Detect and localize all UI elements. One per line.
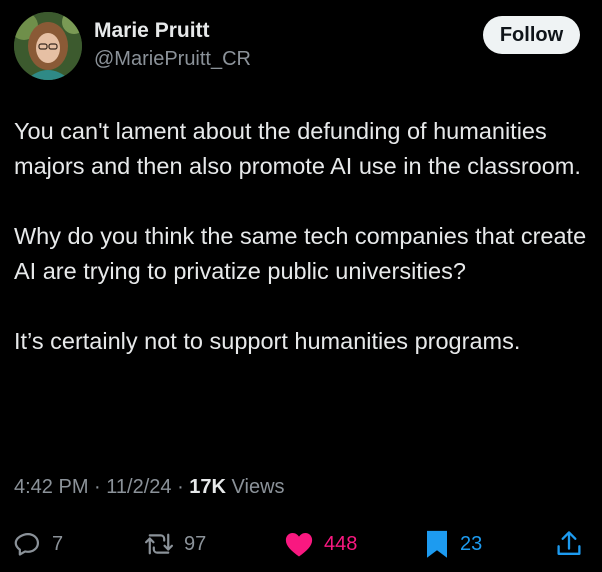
- views-label: Views: [226, 476, 285, 498]
- tweet-date[interactable]: 11/2/24: [106, 476, 171, 498]
- repost-count: 97: [184, 532, 207, 555]
- tweet-paragraph: Why do you think the same tech companies…: [14, 223, 587, 284]
- share-icon: [555, 529, 583, 559]
- share-button[interactable]: [555, 524, 583, 564]
- meta-separator: ·: [88, 476, 107, 498]
- avatar[interactable]: [14, 12, 82, 80]
- action-bar: 7 97 448 23: [14, 524, 588, 564]
- reply-count: 7: [52, 532, 64, 555]
- author-info: Marie Pruitt @MariePruitt_CR: [94, 18, 251, 72]
- reply-button[interactable]: 7: [14, 524, 63, 564]
- tweet-time[interactable]: 4:42 PM: [14, 476, 88, 498]
- bookmark-count: 23: [460, 532, 483, 555]
- follow-button[interactable]: Follow: [483, 16, 580, 54]
- handle[interactable]: @MariePruitt_CR: [94, 46, 251, 72]
- tweet-meta: 4:42 PM · 11/2/24 · 17K Views: [14, 476, 285, 499]
- reply-icon: [14, 530, 42, 558]
- tweet-paragraph: You can't lament about the defunding of …: [14, 118, 581, 179]
- repost-button[interactable]: 97: [144, 524, 206, 564]
- repost-icon: [144, 530, 174, 558]
- display-name[interactable]: Marie Pruitt: [94, 18, 251, 44]
- views-count: 17K: [189, 476, 226, 498]
- bookmark-button[interactable]: 23: [424, 524, 482, 564]
- meta-separator: ·: [171, 476, 190, 498]
- bookmark-icon: [424, 529, 450, 559]
- heart-icon: [284, 530, 314, 558]
- like-button[interactable]: 448: [284, 524, 357, 564]
- tweet-header: Marie Pruitt @MariePruitt_CR Follow: [14, 12, 580, 82]
- tweet-paragraph: It’s certainly not to support humanities…: [14, 328, 521, 354]
- tweet-text: You can't lament about the defunding of …: [14, 114, 589, 359]
- like-count: 448: [324, 532, 358, 555]
